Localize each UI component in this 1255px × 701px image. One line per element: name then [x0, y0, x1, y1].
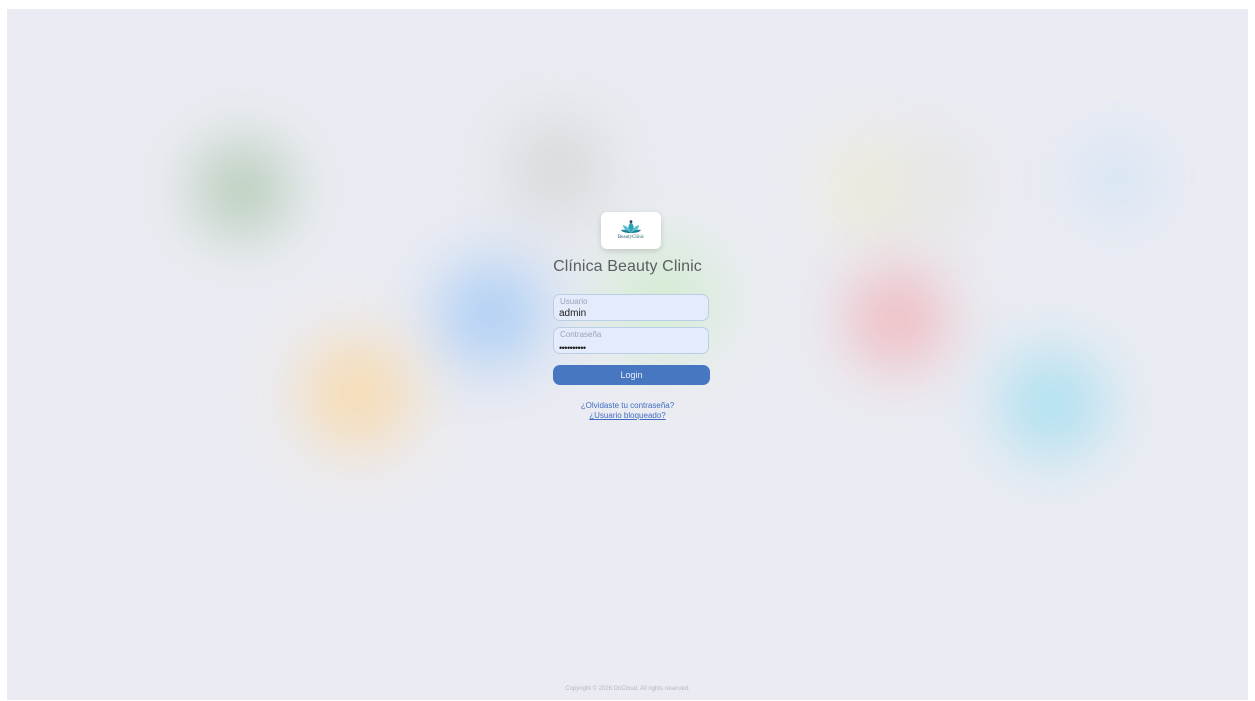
password-input[interactable] — [559, 341, 699, 354]
blocked-user-link[interactable]: ¿Usuario bloqueado? — [7, 411, 1248, 420]
lotus-icon — [621, 220, 641, 234]
username-field[interactable]: Usuario — [553, 294, 709, 321]
footer-copyright: Copyright © 2026 DriCloud. All rights re… — [565, 686, 690, 692]
logo-text: BeautyClinic — [617, 235, 645, 240]
clinic-logo: BeautyClinic — [601, 212, 661, 249]
username-input[interactable] — [559, 307, 699, 320]
background-blur-green — [167, 124, 317, 254]
background-blur-sky — [1052, 114, 1182, 244]
username-label: Usuario — [560, 297, 588, 306]
password-field[interactable]: Contraseña — [553, 327, 709, 354]
background-blur-orange — [277, 314, 437, 474]
password-label: Contraseña — [560, 330, 602, 339]
login-page: BeautyClinic Clínica Beauty Clinic Usuar… — [7, 9, 1248, 700]
page-title: Clínica Beauty Clinic — [553, 258, 702, 275]
forgot-password-link[interactable]: ¿Olvidaste tu contraseña? — [7, 401, 1248, 410]
login-button[interactable]: Login — [553, 365, 710, 385]
background-blur-beige — [867, 119, 1007, 249]
